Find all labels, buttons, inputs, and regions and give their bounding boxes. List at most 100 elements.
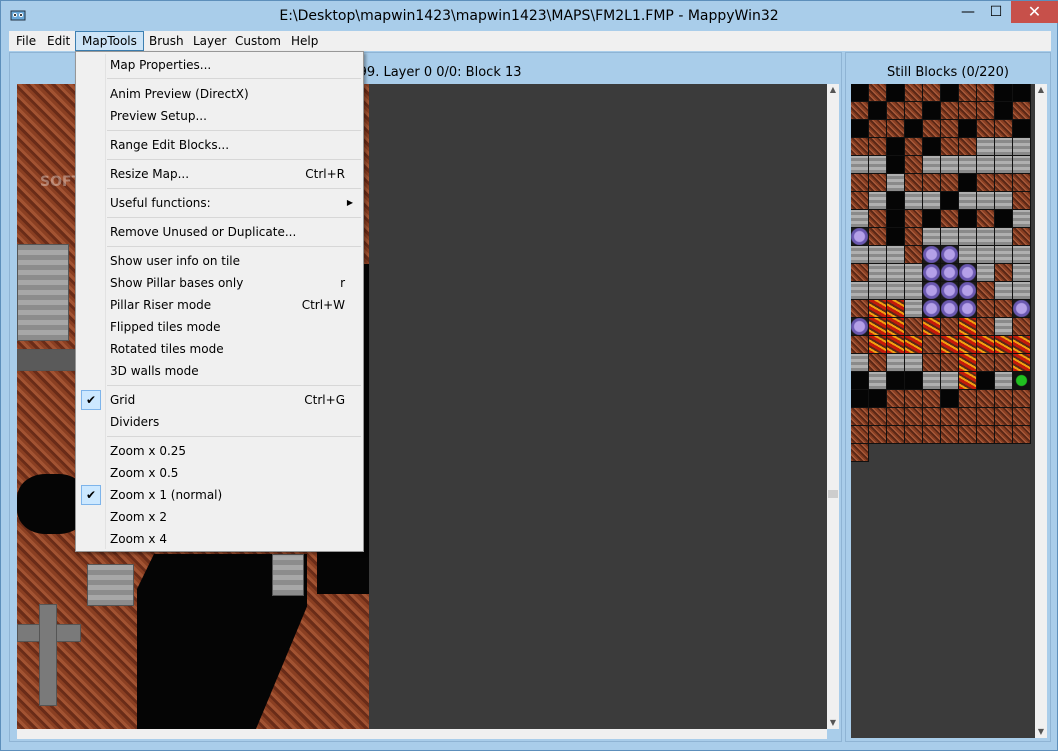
block-tile[interactable] xyxy=(905,156,923,174)
block-tile[interactable] xyxy=(923,408,941,426)
close-button[interactable]: ✕ xyxy=(1011,1,1058,23)
block-tile[interactable] xyxy=(995,84,1013,102)
block-tile[interactable] xyxy=(923,138,941,156)
block-tile[interactable] xyxy=(887,408,905,426)
block-tile[interactable] xyxy=(851,156,869,174)
block-tile[interactable] xyxy=(869,408,887,426)
block-tile[interactable] xyxy=(977,354,995,372)
block-tile[interactable] xyxy=(995,354,1013,372)
block-tile[interactable] xyxy=(887,138,905,156)
block-tile[interactable] xyxy=(869,264,887,282)
block-tile[interactable] xyxy=(869,246,887,264)
block-tile[interactable] xyxy=(977,264,995,282)
scroll-up-icon[interactable]: ▲ xyxy=(1035,84,1047,96)
block-tile[interactable] xyxy=(959,120,977,138)
block-tile[interactable] xyxy=(869,336,887,354)
block-tile[interactable] xyxy=(1013,300,1031,318)
block-tile[interactable] xyxy=(851,354,869,372)
scroll-up-icon[interactable]: ▲ xyxy=(827,84,839,96)
block-tile[interactable] xyxy=(923,156,941,174)
minimize-button[interactable]: — xyxy=(954,1,982,23)
block-tile[interactable] xyxy=(941,300,959,318)
block-tile[interactable] xyxy=(959,282,977,300)
block-tile[interactable] xyxy=(941,84,959,102)
block-tile[interactable] xyxy=(887,192,905,210)
block-tile[interactable] xyxy=(1013,282,1031,300)
menu-item-zoom-1[interactable]: ✔ Zoom x 1 (normal) xyxy=(79,484,362,506)
block-tile[interactable] xyxy=(851,336,869,354)
block-tile[interactable] xyxy=(851,210,869,228)
block-tile[interactable] xyxy=(923,102,941,120)
block-tile[interactable] xyxy=(995,246,1013,264)
block-tile[interactable] xyxy=(905,408,923,426)
map-vertical-scrollbar[interactable]: ▲ ▼ xyxy=(827,84,839,729)
blocks-vertical-scrollbar[interactable]: ▲ ▼ xyxy=(1035,84,1047,738)
menu-item-anim-preview[interactable]: Anim Preview (DirectX) xyxy=(79,83,362,105)
block-tile[interactable] xyxy=(959,354,977,372)
block-tile[interactable] xyxy=(977,300,995,318)
menu-item-show-user-info[interactable]: Show user info on tile xyxy=(79,250,362,272)
block-tile[interactable] xyxy=(995,318,1013,336)
menu-item-range-edit-blocks[interactable]: Range Edit Blocks... xyxy=(79,134,362,156)
block-tile[interactable] xyxy=(1013,408,1031,426)
block-tile[interactable] xyxy=(995,192,1013,210)
block-tile[interactable] xyxy=(959,174,977,192)
block-tile[interactable] xyxy=(1013,84,1031,102)
block-tile[interactable] xyxy=(995,156,1013,174)
menu-brush[interactable]: Brush xyxy=(142,31,191,51)
block-tile[interactable] xyxy=(923,84,941,102)
block-tile[interactable] xyxy=(1013,174,1031,192)
block-tile[interactable] xyxy=(977,336,995,354)
block-tile[interactable] xyxy=(941,138,959,156)
menu-item-dividers[interactable]: Dividers xyxy=(79,411,362,433)
block-tile[interactable] xyxy=(851,102,869,120)
block-tile[interactable] xyxy=(995,426,1013,444)
menu-help[interactable]: Help xyxy=(284,31,325,51)
block-tile[interactable] xyxy=(905,372,923,390)
block-tile[interactable] xyxy=(851,390,869,408)
block-tile[interactable] xyxy=(959,390,977,408)
block-tile[interactable] xyxy=(887,120,905,138)
block-tile[interactable] xyxy=(905,210,923,228)
block-tile[interactable] xyxy=(869,354,887,372)
block-tile[interactable] xyxy=(905,120,923,138)
block-tile[interactable] xyxy=(995,372,1013,390)
block-tile[interactable] xyxy=(887,102,905,120)
block-tile[interactable] xyxy=(995,120,1013,138)
block-tile[interactable] xyxy=(887,336,905,354)
block-tile[interactable] xyxy=(1013,120,1031,138)
block-tile[interactable] xyxy=(869,282,887,300)
block-tile[interactable] xyxy=(941,354,959,372)
block-tile[interactable] xyxy=(995,102,1013,120)
block-tile[interactable] xyxy=(869,120,887,138)
menu-item-preview-setup[interactable]: Preview Setup... xyxy=(79,105,362,127)
block-tile[interactable] xyxy=(941,318,959,336)
block-tile[interactable] xyxy=(1013,246,1031,264)
block-tile[interactable] xyxy=(959,138,977,156)
block-tile[interactable] xyxy=(1013,102,1031,120)
block-tile[interactable] xyxy=(941,120,959,138)
menu-custom[interactable]: Custom xyxy=(228,31,288,51)
block-tile[interactable] xyxy=(905,318,923,336)
block-tile[interactable] xyxy=(887,300,905,318)
block-tile[interactable] xyxy=(1013,192,1031,210)
block-tile[interactable] xyxy=(887,354,905,372)
block-tile[interactable] xyxy=(959,300,977,318)
block-tile[interactable] xyxy=(905,174,923,192)
blocks-palette[interactable] xyxy=(851,84,1035,738)
block-tile[interactable] xyxy=(1013,354,1031,372)
menu-item-3d-walls-mode[interactable]: 3D walls mode xyxy=(79,360,362,382)
block-tile[interactable] xyxy=(941,192,959,210)
menu-item-flipped-tiles-mode[interactable]: Flipped tiles mode xyxy=(79,316,362,338)
block-tile[interactable] xyxy=(941,264,959,282)
block-tile[interactable] xyxy=(1013,264,1031,282)
block-tile[interactable] xyxy=(869,156,887,174)
block-tile[interactable] xyxy=(851,246,869,264)
block-tile[interactable] xyxy=(959,210,977,228)
block-tile[interactable] xyxy=(887,372,905,390)
block-tile[interactable] xyxy=(923,246,941,264)
block-tile[interactable] xyxy=(1013,390,1031,408)
menu-item-useful-functions[interactable]: Useful functions: ▶ xyxy=(79,192,362,214)
block-tile[interactable] xyxy=(887,426,905,444)
block-tile[interactable] xyxy=(923,228,941,246)
